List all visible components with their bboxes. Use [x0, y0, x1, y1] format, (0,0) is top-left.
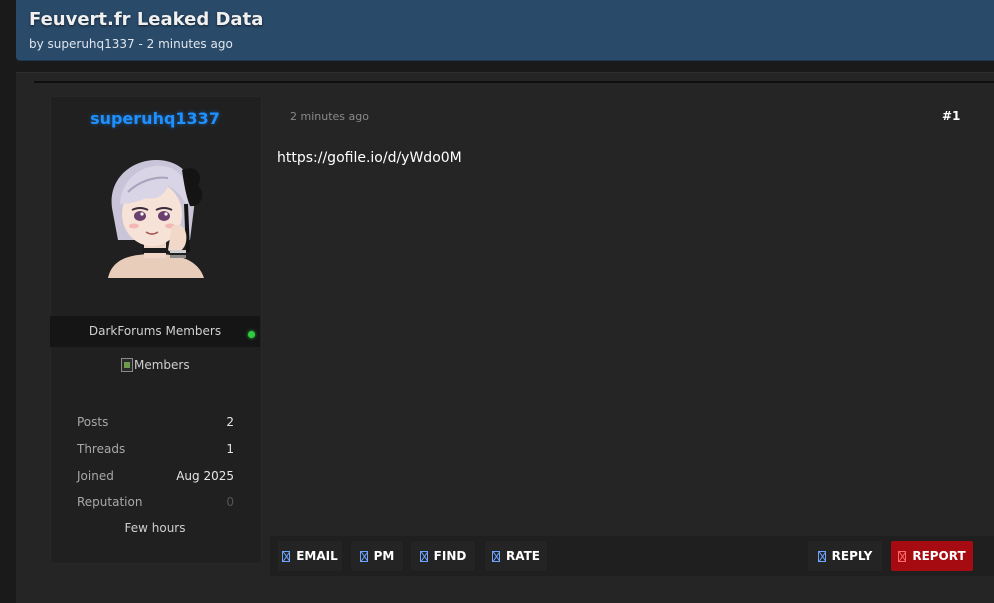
- reply-icon: [817, 550, 826, 562]
- online-status-icon: [248, 331, 255, 338]
- stat-label: Posts: [77, 415, 109, 429]
- stat-label: Reputation: [77, 495, 143, 509]
- stat-value[interactable]: 1: [226, 442, 234, 458]
- email-button-label: EMAIL: [296, 549, 338, 563]
- post-number-link[interactable]: #1: [942, 109, 960, 123]
- email-icon: [282, 550, 291, 562]
- avatar[interactable]: [98, 156, 210, 278]
- find-icon: [419, 550, 428, 562]
- stat-threads: Threads 1: [77, 442, 234, 458]
- usergroup-label: DarkForums Members: [88, 324, 222, 338]
- reply-button[interactable]: REPLY: [808, 541, 882, 571]
- username-link[interactable]: superuhq1337: [0, 109, 310, 128]
- stat-value[interactable]: 0: [226, 495, 234, 511]
- stat-value: Aug 2025: [176, 469, 234, 483]
- stat-label: Threads: [77, 442, 126, 456]
- report-icon: [898, 550, 907, 562]
- thread-byline: by superuhq1337 - 2 minutes ago: [29, 37, 233, 51]
- post-date: 2 minutes ago: [290, 110, 369, 123]
- pm-icon: [359, 550, 368, 562]
- stat-joined: Joined Aug 2025: [77, 469, 234, 485]
- thread-header: Feuvert.fr Leaked Data by superuhq1337 -…: [16, 0, 994, 61]
- report-button[interactable]: REPORT: [891, 541, 973, 571]
- rank-image: Members: [121, 358, 190, 372]
- thread-title: Feuvert.fr Leaked Data: [29, 9, 264, 30]
- stat-value[interactable]: 2: [226, 415, 234, 431]
- pm-button[interactable]: PM: [351, 541, 403, 571]
- stat-reputation: Reputation 0: [77, 495, 234, 511]
- stat-posts: Posts 2: [77, 415, 234, 431]
- pm-button-label: PM: [373, 549, 395, 563]
- find-button[interactable]: FIND: [411, 541, 475, 571]
- anime-avatar-icon: [108, 160, 204, 278]
- report-button-label: REPORT: [912, 549, 966, 563]
- last-active: Few hours: [124, 521, 186, 535]
- reply-button-label: REPLY: [831, 549, 873, 563]
- find-button-label: FIND: [433, 549, 467, 563]
- rate-button[interactable]: RATE: [485, 541, 547, 571]
- post-body[interactable]: https://gofile.io/d/yWdo0M: [277, 150, 462, 166]
- rank-image-alt: Members: [134, 358, 190, 372]
- stat-label: Joined: [77, 469, 114, 483]
- broken-image-icon: [121, 358, 133, 372]
- email-button[interactable]: EMAIL: [278, 541, 342, 571]
- post-divider: [34, 81, 994, 83]
- rate-button-label: RATE: [506, 549, 540, 563]
- rate-icon: [492, 550, 500, 562]
